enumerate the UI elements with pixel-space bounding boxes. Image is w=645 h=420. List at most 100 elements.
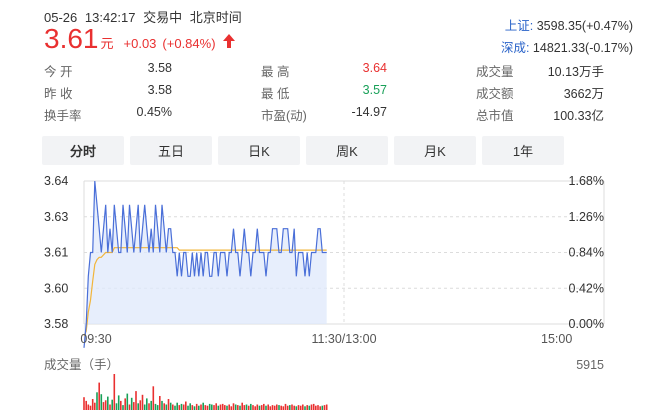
index-shanghai[interactable]: 上证: 3598.35(+0.47%) xyxy=(505,15,633,34)
y-tick-label: 3.64 xyxy=(44,174,68,188)
volume-bar xyxy=(111,399,113,410)
volume-bar xyxy=(243,405,246,410)
volume-bar xyxy=(280,405,282,410)
volume-bar xyxy=(113,374,116,410)
volume-bar xyxy=(282,406,285,410)
volume-bar xyxy=(319,406,321,410)
volume-bar xyxy=(228,404,230,410)
volume-bar xyxy=(239,405,241,410)
volume-bar xyxy=(208,403,211,410)
index-value: 14821.33(-0.17%) xyxy=(532,41,633,55)
tab-daily-k[interactable]: 日K xyxy=(218,136,300,165)
volume-bar xyxy=(98,382,100,410)
volume-bar xyxy=(289,405,291,410)
tab-intraday[interactable]: 分时 xyxy=(42,136,124,165)
volume-bar xyxy=(107,396,109,410)
volume-bar xyxy=(141,394,144,410)
volume-bar xyxy=(310,404,313,410)
volume-bar xyxy=(226,405,228,410)
volume-bar xyxy=(189,403,191,410)
volume-bar xyxy=(143,404,146,410)
volume-bar xyxy=(135,391,137,410)
volume-bar xyxy=(267,404,269,410)
quote-label-volume: 成交量 xyxy=(476,65,514,79)
quote-label-open: 今 开 xyxy=(44,65,73,79)
volume-bar xyxy=(89,405,92,410)
price-unit: 元 xyxy=(100,36,114,51)
current-price: 3.61 xyxy=(44,23,99,54)
quote-value-high: 3.64 xyxy=(362,61,387,75)
quote-value-volume: 10.13万手 xyxy=(547,65,604,79)
volume-bar xyxy=(219,404,222,410)
tab-one-year[interactable]: 1年 xyxy=(482,136,564,165)
volume-bar xyxy=(295,406,298,410)
volume-bar xyxy=(299,405,302,410)
period-tabs: 分时 五日 日K 周K 月K 1年 xyxy=(42,136,570,165)
volume-bar xyxy=(128,404,131,410)
volume-bar xyxy=(124,398,126,410)
volume-bar xyxy=(198,405,200,410)
volume-bar xyxy=(230,406,233,410)
volume-bar xyxy=(237,405,239,410)
tab-weekly-k[interactable]: 周K xyxy=(306,136,388,165)
percent-tick-label: 1.68% xyxy=(569,174,604,188)
volume-bar xyxy=(191,405,194,410)
volume-bar xyxy=(284,403,287,410)
volume-bar xyxy=(256,404,259,410)
volume-bar xyxy=(102,402,105,410)
tab-five-day[interactable]: 五日 xyxy=(130,136,212,165)
volume-bar xyxy=(133,402,135,410)
volume-bar xyxy=(206,405,209,410)
volume-bar xyxy=(293,405,295,410)
volume-bar xyxy=(104,400,107,410)
volume-bar xyxy=(172,404,174,410)
x-tick-label: 11:30/13:00 xyxy=(311,332,376,346)
volume-bar xyxy=(245,404,248,410)
volume-bar xyxy=(302,404,304,410)
x-tick-label: 09:30 xyxy=(80,332,111,346)
price-area-fill xyxy=(84,181,327,348)
quote-value-turnover-rate: 0.45% xyxy=(136,105,172,119)
volume-bar xyxy=(174,405,176,410)
volume-bar xyxy=(200,404,202,410)
quote-label-pe: 市盈(动) xyxy=(261,109,307,123)
volume-bar xyxy=(224,405,226,410)
volume-bar xyxy=(276,404,278,410)
volume-bar xyxy=(193,406,196,410)
volume-bar xyxy=(321,405,324,410)
volume-bar xyxy=(232,403,235,410)
volume-bar xyxy=(109,404,111,410)
index-shenzhen[interactable]: 深成: 14821.33(-0.17%) xyxy=(501,37,633,56)
volume-bar xyxy=(182,404,185,410)
tab-monthly-k[interactable]: 月K xyxy=(394,136,476,165)
volume-bar xyxy=(161,400,163,410)
trading-status: 交易中 xyxy=(143,10,183,25)
volume-bar xyxy=(204,405,207,410)
volume-bar xyxy=(178,405,181,410)
volume-bar xyxy=(83,397,85,410)
volume-bar xyxy=(258,405,261,410)
y-axis-labels: 3.64 3.63 3.61 3.60 3.58 xyxy=(44,174,68,331)
volume-bar xyxy=(291,404,293,410)
timezone-label: 北京时间 xyxy=(189,10,242,25)
percent-axis-labels: 1.68% 1.26% 0.84% 0.42% 0.00% xyxy=(569,174,604,331)
volume-bar xyxy=(269,406,272,410)
volume-bar xyxy=(148,403,150,410)
quote-value-open: 3.58 xyxy=(147,61,172,75)
volume-bar xyxy=(271,405,274,410)
quote-label-high: 最 高 xyxy=(261,65,290,79)
quote-value-prev-close: 3.58 xyxy=(147,83,172,97)
volume-bar xyxy=(308,405,311,410)
volume-bar xyxy=(247,405,250,410)
volume-bar xyxy=(94,402,96,410)
volume-bar xyxy=(265,405,267,410)
y-tick-label: 3.63 xyxy=(44,210,68,224)
volume-bar xyxy=(163,403,165,410)
y-tick-label: 3.58 xyxy=(44,317,68,331)
volume-bar xyxy=(115,403,118,410)
quote-value-market-cap: 100.33亿 xyxy=(553,109,604,123)
volume-bar xyxy=(146,398,148,410)
volume-bar xyxy=(263,403,265,410)
volume-bar xyxy=(96,392,98,410)
volume-bar xyxy=(159,396,161,410)
